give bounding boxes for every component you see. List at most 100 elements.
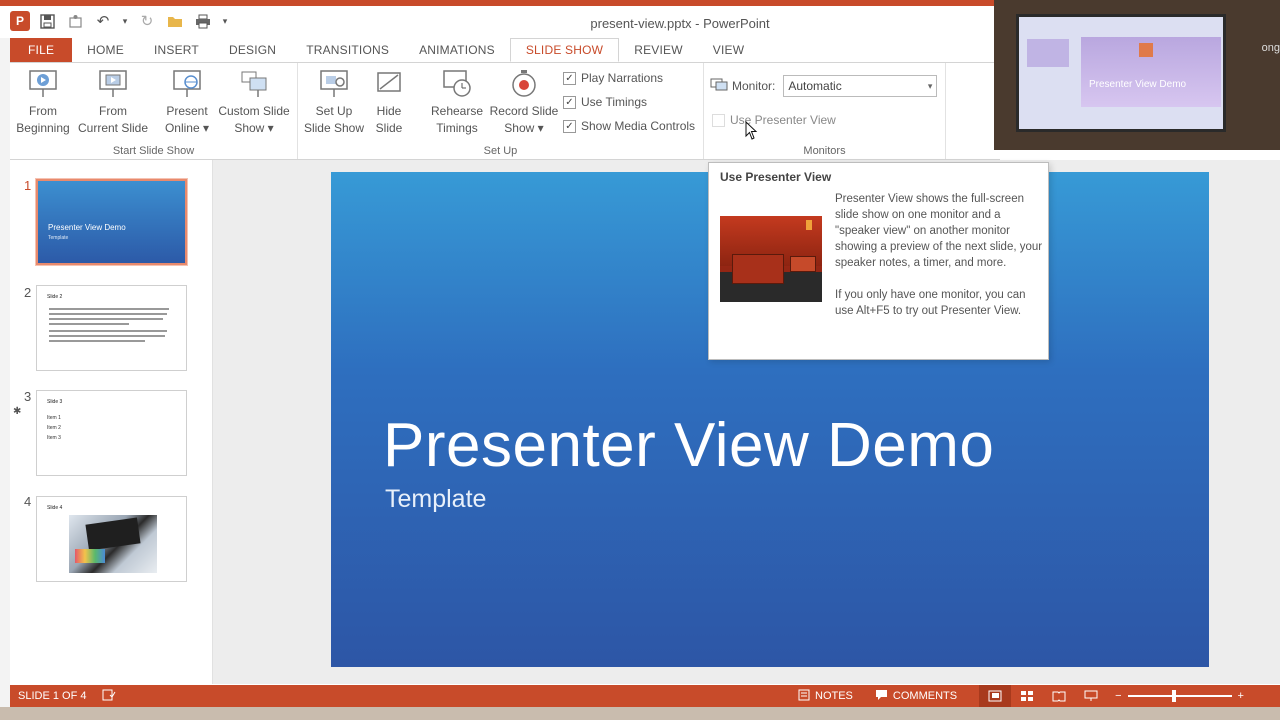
use-timings-checkbox[interactable]: ✓ Use Timings — [563, 95, 647, 109]
notes-button[interactable]: NOTES — [798, 689, 853, 704]
comments-button[interactable]: COMMENTS — [875, 689, 957, 704]
slide-counter: SLIDE 1 OF 4 — [18, 690, 87, 702]
monitor-row: Monitor: Automatic ▾ — [710, 75, 938, 97]
play-narrations-checkbox[interactable]: ✓ Play Narrations — [563, 71, 663, 85]
desk-background — [0, 707, 1280, 720]
preview-accent — [806, 220, 812, 230]
hide-slide-button[interactable]: Hide Slide — [358, 67, 420, 139]
presenter-view-preview-image — [720, 216, 822, 302]
animation-star-icon: ✱ — [13, 406, 22, 417]
slide-subtitle[interactable]: Template — [385, 485, 486, 514]
projected-thumbnail — [1027, 39, 1069, 67]
status-left: SLIDE 1 OF 4 — [18, 689, 116, 704]
slide-sorter-view-icon[interactable] — [1011, 685, 1043, 707]
tooltip-title: Use Presenter View — [720, 170, 832, 184]
rehearse-timings-button[interactable]: Rehearse Timings — [420, 67, 494, 139]
notes-label: NOTES — [815, 690, 853, 702]
thumb-2-text-line — [49, 323, 129, 325]
from-current-slide-icon — [96, 67, 130, 101]
tab-insert[interactable]: INSERT — [139, 38, 214, 62]
status-right: NOTES COMMENTS − + — [798, 685, 1244, 707]
projected-accent — [1139, 43, 1153, 57]
tab-home[interactable]: HOME — [72, 38, 139, 62]
edge-text: ong — [1261, 42, 1280, 54]
slide-thumbnail-1[interactable]: Presenter View Demo Template — [35, 178, 188, 266]
spelling-check-icon[interactable] — [102, 689, 116, 704]
slide-thumbnail-4[interactable]: Slide 4 — [36, 496, 187, 582]
present-online-label: Present Online ▾ — [164, 104, 210, 135]
tab-animations[interactable]: ANIMATIONS — [404, 38, 510, 62]
custom-slide-show-label: Custom Slide Show ▾ — [218, 104, 290, 135]
slide-number-4: 4 — [24, 494, 32, 509]
webcam-overlay: Presenter View Demo ong — [994, 0, 1280, 150]
tooltip-paragraph-2: If you only have one monitor, you can us… — [835, 289, 1026, 317]
calculator-keys — [85, 517, 141, 551]
zoom-knob[interactable] — [1171, 690, 1176, 702]
monitor-select-value: Automatic — [788, 79, 842, 93]
from-beginning-icon — [26, 67, 60, 101]
thumb-2-text-line — [49, 335, 165, 337]
monitors-group-label: Monitors — [803, 145, 846, 157]
tooltip-body: Presenter View shows the full-screen sli… — [835, 191, 1043, 319]
slide-number-1: 1 — [24, 178, 32, 193]
start-slide-show-group: From Beginning From Current Slide Presen… — [10, 63, 298, 159]
from-current-slide-button[interactable]: From Current Slide — [76, 67, 150, 139]
presenter-view-tooltip: Use Presenter View Presenter View shows … — [708, 162, 1049, 360]
thumb-2-text-line — [49, 330, 167, 332]
play-narrations-label: Play Narrations — [581, 71, 664, 85]
slide-title[interactable]: Presenter View Demo — [383, 410, 994, 481]
slide-show-view-icon[interactable] — [1075, 685, 1107, 707]
show-media-controls-check-icon: ✓ — [563, 119, 576, 133]
rehearse-timings-icon — [440, 67, 474, 101]
use-presenter-view-checkbox[interactable]: Use Presenter View — [712, 113, 836, 127]
thumb-2-title: Slide 2 — [47, 294, 63, 300]
custom-slide-show-icon — [237, 67, 271, 101]
tab-file[interactable]: FILE — [10, 38, 73, 62]
zoom-slider[interactable]: − + — [1115, 690, 1244, 702]
custom-slide-show-button[interactable]: Custom Slide Show ▾ — [216, 67, 292, 139]
slide-number-2: 2 — [24, 285, 32, 300]
show-media-controls-label: Show Media Controls — [581, 119, 696, 133]
from-beginning-label: From Beginning — [16, 104, 70, 135]
hide-slide-label: Hide Slide — [375, 104, 403, 135]
show-media-controls-checkbox[interactable]: ✓ Show Media Controls — [563, 119, 695, 133]
tab-transitions[interactable]: TRANSITIONS — [291, 38, 404, 62]
mouse-cursor-icon — [745, 120, 759, 146]
zoom-track[interactable] — [1127, 690, 1232, 702]
record-slide-show-button[interactable]: Record Slide Show ▾ — [486, 67, 562, 139]
monitor-select[interactable]: Automatic ▾ — [783, 75, 938, 97]
thumb-3-item-1: Item 1 — [47, 415, 61, 421]
normal-view-icon[interactable] — [979, 685, 1012, 707]
zoom-out-icon[interactable]: − — [1115, 690, 1121, 702]
slide-thumbnail-2[interactable]: Slide 2 — [36, 285, 187, 371]
from-beginning-button[interactable]: From Beginning — [6, 67, 80, 139]
status-bar: SLIDE 1 OF 4 NOTES COMMENTS − + — [10, 685, 1280, 707]
tab-view[interactable]: VIEW — [698, 38, 759, 62]
slide-number-3: 3 — [24, 389, 32, 404]
thumb-1-subtitle: Template — [48, 235, 69, 241]
comments-label: COMMENTS — [892, 690, 958, 702]
tab-design[interactable]: DESIGN — [214, 38, 291, 62]
thumb-3-item-2: Item 2 — [47, 425, 61, 431]
rehearse-timings-label: Rehearse Timings — [430, 104, 484, 135]
thumb-2-text-line — [49, 313, 167, 315]
set-up-group-label: Set Up — [483, 145, 518, 157]
set-up-group: Set Up Slide Show Hide Slide Rehearse Ti… — [298, 63, 704, 159]
present-online-button[interactable]: Present Online ▾ — [150, 67, 224, 139]
record-slide-show-icon — [507, 67, 541, 101]
record-slide-show-label: Record Slide Show ▾ — [489, 104, 559, 135]
slide-thumbnail-3[interactable]: Slide 3 Item 1 Item 2 Item 3 — [36, 390, 187, 476]
start-slide-show-group-label: Start Slide Show — [112, 145, 195, 157]
tab-review[interactable]: REVIEW — [619, 38, 698, 62]
tab-slide-show[interactable]: SLIDE SHOW — [509, 38, 620, 62]
notes-icon — [798, 689, 810, 704]
thumb-3-title: Slide 3 — [47, 399, 63, 405]
zoom-in-icon[interactable]: + — [1238, 690, 1244, 702]
thumb-2-text-line — [49, 340, 145, 342]
slide-thumbnail-panel: 1 Presenter View Demo Template 2 Slide 2… — [10, 160, 213, 684]
projector-screen: Presenter View Demo — [1016, 14, 1226, 132]
monitor-icon — [710, 78, 728, 95]
reading-view-icon[interactable] — [1043, 685, 1075, 707]
thumb-3-item-3: Item 3 — [47, 435, 61, 441]
use-timings-check-icon: ✓ — [563, 95, 576, 109]
